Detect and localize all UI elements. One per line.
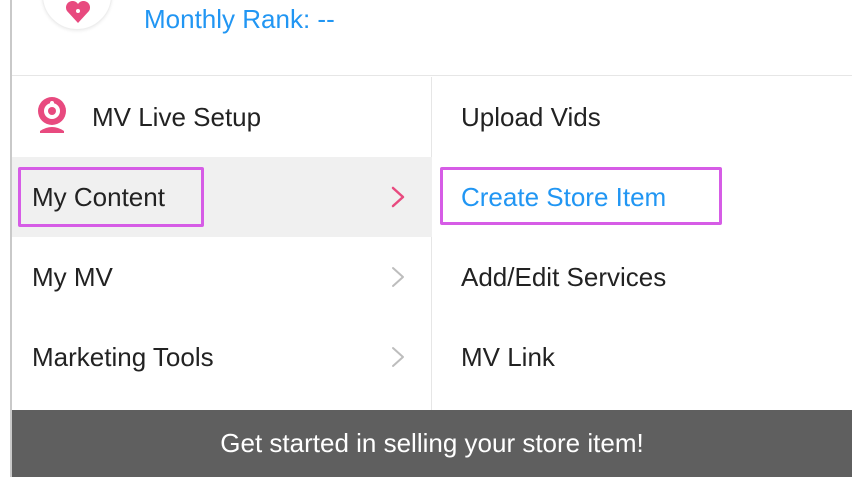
- menu-item-label: My Content: [32, 181, 165, 212]
- menu-item-label: My MV: [32, 261, 113, 292]
- submenu-item-add-edit-services[interactable]: Add/Edit Services: [433, 237, 852, 317]
- webcam-icon: [38, 97, 66, 133]
- submenu-item-label: Create Store Item: [461, 181, 667, 212]
- submenu-item-upload-vids[interactable]: Upload Vids: [433, 77, 852, 157]
- menu-screen: Monthly Rank: -- MV Live Setup My Conten…: [0, 0, 852, 477]
- main-menu: MV Live Setup My Content My MV Marketing…: [12, 77, 432, 410]
- profile-header: Monthly Rank: --: [12, 0, 852, 76]
- submenu-item-create-store-item[interactable]: Create Store Item: [433, 157, 852, 237]
- left-edge: [0, 0, 12, 477]
- submenu-item-label: MV Link: [461, 341, 555, 372]
- menu-item-marketing-tools[interactable]: Marketing Tools: [12, 317, 432, 397]
- chevron-right-icon: [392, 347, 404, 367]
- submenu-item-mv-link[interactable]: MV Link: [433, 317, 852, 397]
- menu-item-my-content[interactable]: My Content: [12, 157, 432, 237]
- tooltip-banner: Get started in selling your store item!: [12, 410, 852, 477]
- chevron-right-icon: [391, 186, 405, 208]
- heart-icon: [65, 1, 91, 23]
- submenu-item-label: Upload Vids: [461, 101, 601, 132]
- monthly-rank: Monthly Rank: --: [144, 4, 335, 34]
- submenu: Upload Vids Create Store Item Add/Edit S…: [433, 77, 852, 410]
- menu-item-mv-live-setup[interactable]: MV Live Setup: [12, 77, 432, 157]
- menu-item-label: Marketing Tools: [32, 341, 214, 372]
- menu-item-my-mv[interactable]: My MV: [12, 237, 432, 317]
- submenu-item-label: Add/Edit Services: [461, 261, 667, 292]
- chevron-right-icon: [392, 267, 404, 287]
- avatar[interactable]: [42, 0, 112, 30]
- menu-item-label: MV Live Setup: [92, 101, 262, 132]
